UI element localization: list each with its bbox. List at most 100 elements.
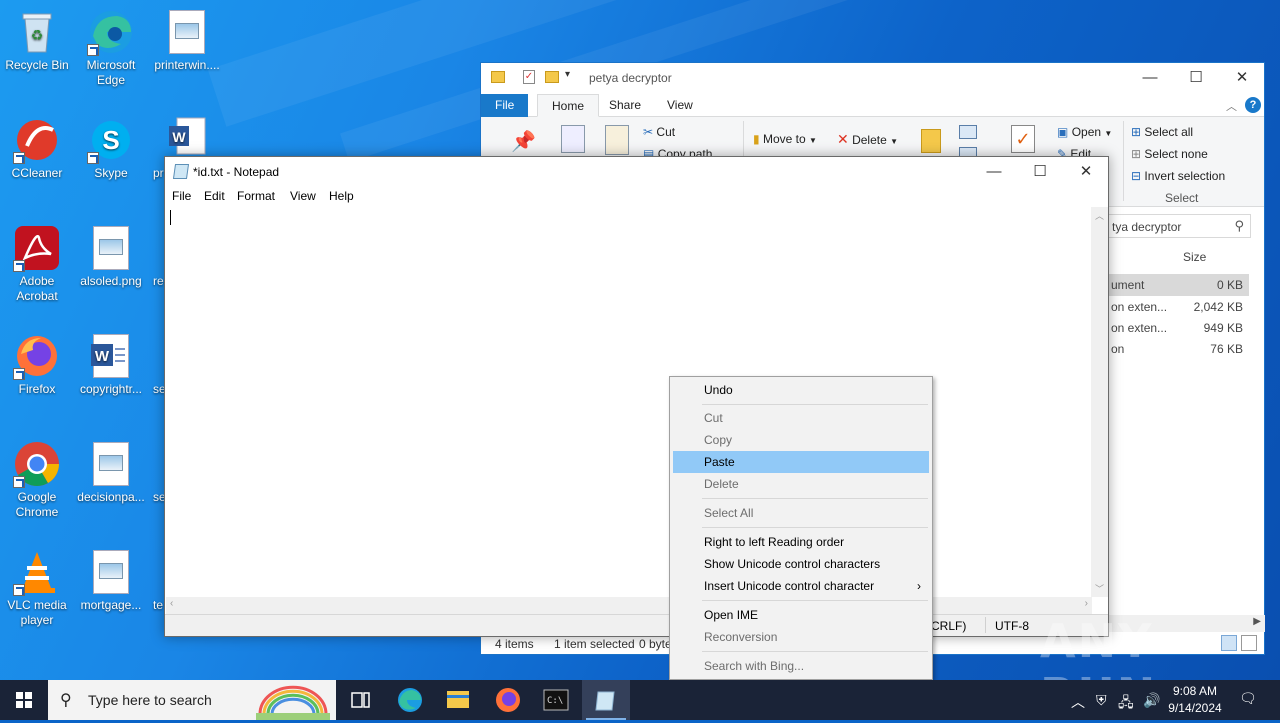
desktop-icon-printerwin[interactable]: printerwin....	[150, 8, 224, 73]
shortcut-arrow-icon	[13, 584, 25, 596]
file-list: ument 0 KB on exten... 2,042 KB on exten…	[1107, 274, 1249, 359]
taskbar-notepad[interactable]	[582, 680, 630, 720]
desktop-icon-firefox[interactable]: Firefox	[0, 332, 74, 397]
cut-button[interactable]: ✂ Cut	[643, 125, 675, 139]
desktop-icon-label: Google Chrome	[15, 490, 59, 519]
svg-text:♻: ♻	[31, 27, 44, 43]
search-box[interactable]: tya decryptor ⚲	[1107, 214, 1251, 238]
file-row[interactable]: on exten... 2,042 KB	[1107, 296, 1249, 317]
menu-item-insert-unicode[interactable]: Insert Unicode control character ›	[673, 575, 929, 597]
desktop-icon-mortgage[interactable]: mortgage...	[74, 548, 148, 613]
search-input[interactable]: tya decryptor	[1112, 220, 1181, 234]
customize-quick-access-icon[interactable]: ▾	[565, 69, 570, 80]
tab-home[interactable]: Home	[537, 94, 600, 117]
delete-button[interactable]: ✕ Delete ▼	[837, 131, 898, 148]
file-row[interactable]: ument 0 KB	[1107, 274, 1249, 296]
paste-icon[interactable]	[605, 125, 629, 155]
new-folder-quick-icon[interactable]	[545, 71, 559, 83]
scroll-left-icon[interactable]: ‹	[170, 598, 173, 609]
maximize-button[interactable]: ☐	[1173, 63, 1219, 93]
properties-quick-icon[interactable]: ✓	[523, 70, 535, 84]
desktop-icon-adobe-acrobat[interactable]: Adobe Acrobat	[0, 224, 74, 304]
desktop-icon-label: Recycle Bin	[5, 58, 69, 72]
collapse-ribbon-icon[interactable]: ︿	[1226, 98, 1237, 114]
shortcut-arrow-icon	[87, 152, 99, 164]
taskbar-search-input[interactable]: Type here to search	[88, 692, 212, 708]
select-none-icon: ⊞	[1131, 147, 1142, 161]
menu-format[interactable]: Format	[237, 189, 275, 203]
desktop-icon-microsoft-edge[interactable]: Microsoft Edge	[74, 8, 148, 88]
horizontal-scrollbar[interactable]: ‹ ›	[166, 597, 1092, 614]
task-view-button[interactable]	[336, 680, 384, 720]
menu-item-rtl-reading-order[interactable]: Right to left Reading order	[673, 531, 929, 553]
vertical-scrollbar[interactable]: ︿ ﹀	[1091, 207, 1108, 597]
security-icon[interactable]: ⛨	[1096, 692, 1107, 709]
invert-selection-button[interactable]: ⊟ Invert selection	[1131, 169, 1225, 183]
close-button[interactable]: ✕	[1063, 157, 1109, 187]
svg-text:C:\: C:\	[547, 696, 563, 706]
desktop-icon-label: VLC media player	[7, 598, 67, 627]
minimize-button[interactable]: —	[1127, 63, 1173, 93]
desktop-icon-decisionpa[interactable]: decisionpa...	[74, 440, 148, 505]
search-highlight-rainbow-icon	[256, 685, 330, 720]
open-button[interactable]: ▣ Open ▼	[1057, 125, 1112, 139]
desktop-icon-skype[interactable]: S Skype	[74, 116, 148, 181]
file-row[interactable]: on exten... 949 KB	[1107, 317, 1249, 338]
delete-x-icon: ✕	[837, 131, 849, 147]
anyrun-watermark: ANY RUN	[1040, 614, 1155, 680]
tab-view[interactable]: View	[653, 94, 707, 117]
tab-share[interactable]: Share	[595, 94, 655, 117]
properties-icon[interactable]: ✓	[1011, 125, 1035, 153]
maximize-button[interactable]: ☐	[1017, 157, 1063, 187]
desktop-icon-ccleaner[interactable]: CCleaner	[0, 116, 74, 181]
menu-help[interactable]: Help	[329, 189, 354, 203]
new-folder-icon[interactable]	[921, 129, 941, 153]
taskbar-firefox[interactable]	[484, 680, 532, 720]
network-icon[interactable]: 🖧	[1118, 692, 1134, 716]
menubar: File Edit Format View Help	[165, 187, 1108, 207]
desktop-icon-label: CCleaner	[11, 166, 63, 180]
menu-item-paste[interactable]: Paste	[673, 451, 929, 473]
tab-file[interactable]: File	[481, 94, 529, 117]
desktop-icon-recycle-bin[interactable]: ♻ Recycle Bin	[0, 8, 74, 73]
close-button[interactable]: ✕	[1219, 63, 1265, 93]
firefox-icon	[13, 332, 61, 380]
pin-to-quick-access-icon[interactable]: 📌	[511, 129, 536, 154]
desktop-icon-label: Skype	[94, 166, 128, 180]
select-all-button[interactable]: ⊞ Select all	[1131, 125, 1193, 139]
taskbar-file-explorer[interactable]	[434, 680, 482, 720]
menu-item-show-unicode[interactable]: Show Unicode control characters	[673, 553, 929, 575]
text-editor-area[interactable]	[166, 207, 1092, 597]
column-header-size[interactable]: Size	[1183, 250, 1206, 264]
text-caret	[170, 210, 171, 225]
notifications-icon[interactable]: 🗨	[1239, 690, 1257, 707]
scroll-right-icon[interactable]: ›	[1085, 598, 1088, 609]
start-button[interactable]	[0, 680, 48, 720]
word-document-icon: W	[87, 332, 135, 380]
menu-item-undo[interactable]: Undo	[673, 379, 929, 401]
desktop-icon-google-chrome[interactable]: Google Chrome	[0, 440, 74, 520]
taskbar-edge[interactable]	[386, 680, 434, 720]
menu-item-open-ime[interactable]: Open IME	[673, 604, 929, 626]
show-hidden-icons-icon[interactable]: ︿	[1071, 692, 1085, 712]
desktop-icon-label: copyrightr...	[79, 382, 143, 396]
scroll-down-icon[interactable]: ﹀	[1095, 582, 1104, 595]
desktop-icon-vlc[interactable]: VLC media player	[0, 548, 74, 628]
scroll-up-icon[interactable]: ︿	[1095, 209, 1104, 222]
help-icon[interactable]: ?	[1245, 97, 1261, 113]
volume-icon[interactable]: 🔊	[1143, 692, 1160, 709]
menu-view[interactable]: View	[290, 189, 316, 203]
menu-file[interactable]: File	[172, 189, 191, 203]
select-none-button[interactable]: ⊞ Select none	[1131, 147, 1208, 161]
move-to-button[interactable]: ▮ Move to ▼	[753, 132, 817, 146]
minimize-button[interactable]: —	[971, 157, 1017, 187]
copy-icon[interactable]	[561, 125, 585, 153]
taskbar-cmd[interactable]: C:\	[532, 680, 580, 720]
new-item-icon[interactable]	[959, 125, 977, 139]
desktop-icon-alsoled[interactable]: alsoled.png	[74, 224, 148, 289]
menu-edit[interactable]: Edit	[204, 189, 225, 203]
taskbar-search-box[interactable]: ⚲ Type here to search	[48, 680, 336, 720]
file-row[interactable]: on 76 KB	[1107, 338, 1249, 359]
desktop-icon-copyright[interactable]: W copyrightr...	[74, 332, 148, 397]
clock[interactable]: 9:08 AM 9/14/2024	[1160, 683, 1230, 717]
